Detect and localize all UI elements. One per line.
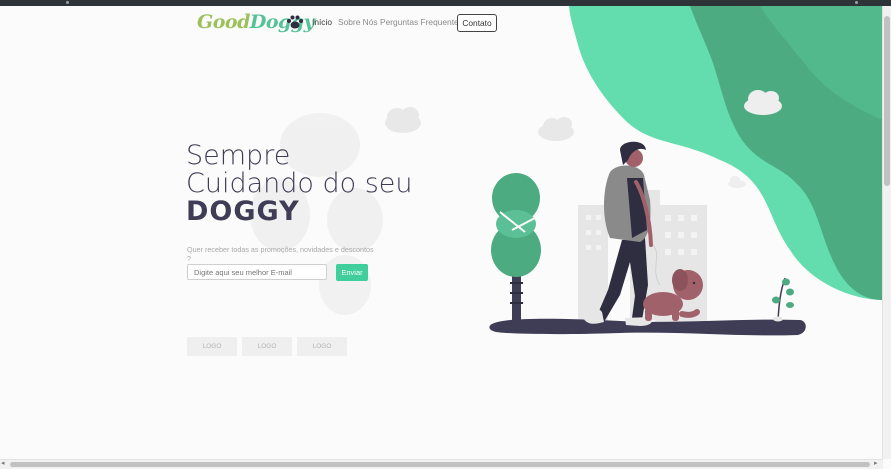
cloud-icon bbox=[385, 107, 421, 133]
partner-logo: LOGO bbox=[187, 337, 237, 356]
brand-logo[interactable]: GoodDoggy bbox=[197, 11, 315, 33]
horizontal-scroll-thumb[interactable] bbox=[10, 462, 870, 467]
paw-icon bbox=[287, 15, 303, 29]
hero-line-1: Sempre bbox=[186, 140, 291, 171]
tree-icon bbox=[491, 173, 541, 322]
hero-line-3: DOGGY bbox=[186, 196, 300, 227]
cloud-icon bbox=[728, 176, 746, 188]
cloud-icon bbox=[538, 117, 574, 141]
nav-link-perguntas-frequentes[interactable]: Perguntas Frequentes bbox=[380, 17, 463, 27]
hero-illustration bbox=[250, 6, 883, 336]
nav-link-sobre-nos[interactable]: Sobre Nós bbox=[338, 17, 378, 27]
partner-logo: LOGO bbox=[242, 337, 292, 356]
email-input[interactable] bbox=[187, 264, 327, 280]
vertical-scroll-thumb[interactable] bbox=[884, 16, 890, 186]
partner-logo: LOGO bbox=[297, 337, 347, 356]
vertical-scrollbar[interactable] bbox=[882, 6, 891, 459]
brand-name-part1: Good bbox=[197, 11, 250, 33]
scroll-right-arrow-icon[interactable]: ▸ bbox=[874, 460, 878, 468]
scroll-left-arrow-icon[interactable]: ◂ bbox=[1, 460, 5, 468]
newsletter-prompt: Quer receber todas as promoções, novidad… bbox=[187, 245, 374, 263]
nav-link-inicio[interactable]: Início bbox=[312, 17, 332, 27]
hero-heading: Sempre Cuidando do seu DOGGY bbox=[186, 142, 413, 226]
contact-button[interactable]: Contato bbox=[457, 14, 497, 32]
hero-line-2: Cuidando do seu bbox=[186, 168, 413, 199]
send-button[interactable]: Enviar bbox=[336, 264, 368, 281]
brand-name-part2: Doggy bbox=[249, 11, 315, 33]
plant-icon bbox=[772, 277, 794, 322]
